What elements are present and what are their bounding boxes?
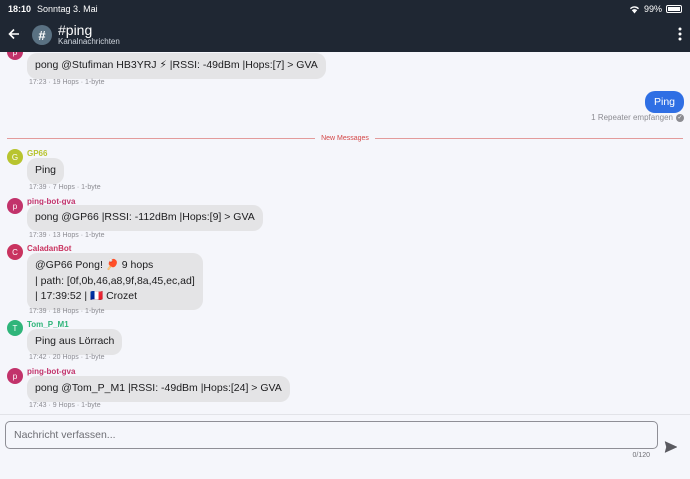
message-meta: 17:39 · 7 Hops · 1-byte xyxy=(29,184,101,191)
check-icon: ✓ xyxy=(676,113,684,122)
status-bar: 18:10 Sonntag 3. Mai 99% xyxy=(0,0,690,18)
new-messages-divider: New Messages xyxy=(7,133,684,143)
message-bubble[interactable]: pong @Tom_P_M1 |RSSI: -49dBm |Hops:[24] … xyxy=(27,376,290,402)
more-menu-icon[interactable] xyxy=(678,27,682,44)
repeater-status-text: 1 Repeater empfangen xyxy=(591,113,673,122)
sender-avatar: G xyxy=(7,149,23,165)
sender-name[interactable]: Tom_P_M1 xyxy=(27,320,69,329)
composer-bar: 0/120 xyxy=(0,414,690,479)
back-arrow-icon[interactable] xyxy=(8,27,28,44)
message-meta: 17:23 · 19 Hops · 1-byte xyxy=(29,79,105,86)
message-list[interactable]: p pong @Stufiman HB3YRJ ⚡ |RSSI: -49dBm … xyxy=(0,52,690,414)
message-text-line: @GP66 Pong! 🏓 9 hops xyxy=(35,259,154,271)
send-icon[interactable] xyxy=(664,440,678,454)
battery-icon xyxy=(666,5,682,13)
battery-percent: 99% xyxy=(643,4,662,14)
message-text: pong @Tom_P_M1 |RSSI: -49dBm |Hops:[24] … xyxy=(35,382,282,394)
message-bubble[interactable]: @GP66 Pong! 🏓 9 hops | path: [0f,0b,46,a… xyxy=(27,253,203,310)
status-time: 18:10 xyxy=(8,4,32,14)
status-date: Sonntag 3. Mai xyxy=(37,4,98,14)
channel-titles: #ping Kanalnachrichten xyxy=(58,21,120,47)
message-text: pong @Stufiman HB3YRJ ⚡ |RSSI: -49dBm |H… xyxy=(35,59,318,71)
message-text: Ping xyxy=(35,164,57,176)
message-bubble[interactable]: pong @Stufiman HB3YRJ ⚡ |RSSI: -49dBm |H… xyxy=(27,53,326,79)
message-bubble[interactable]: Ping aus Lörrach xyxy=(27,329,123,355)
sender-avatar: C xyxy=(7,244,23,260)
message-meta: 17:43 · 9 Hops · 1-byte xyxy=(29,402,101,409)
divider-label: New Messages xyxy=(321,134,369,142)
message-bubble[interactable]: Ping xyxy=(27,158,65,184)
message-meta: 17:39 · 13 Hops · 1-byte xyxy=(29,232,105,239)
message-meta: 17:39 · 18 Hops · 1-byte xyxy=(29,308,105,315)
outgoing-message-bubble[interactable]: Ping xyxy=(644,91,684,113)
message-bubble[interactable]: pong @GP66 |RSSI: -112dBm |Hops:[9] > GV… xyxy=(27,205,263,231)
channel-title: #ping xyxy=(58,21,93,38)
sender-avatar: p xyxy=(7,52,23,60)
sender-name[interactable]: ping-bot-gva xyxy=(27,367,75,376)
sender-name[interactable]: GP66 xyxy=(27,149,47,158)
status-right: 99% xyxy=(629,4,682,14)
message-text: Ping aus Lörrach xyxy=(35,335,115,347)
message-text-line: | 17:39:52 | 🇫🇷 Crozet xyxy=(35,290,137,302)
char-counter: 0/120 xyxy=(632,452,650,459)
message-text-line: | path: [0f,0b,46,a8,9f,8a,45,ec,ad] xyxy=(35,274,195,287)
channel-subtitle: Kanalnachrichten xyxy=(58,37,120,47)
wifi-icon xyxy=(629,5,639,14)
channel-header: # #ping Kanalnachrichten xyxy=(0,18,690,52)
message-meta: 17:42 · 20 Hops · 1-byte xyxy=(29,354,105,361)
divider-line xyxy=(374,137,684,139)
sender-avatar: p xyxy=(7,198,23,214)
sender-avatar: T xyxy=(7,320,23,336)
channel-avatar: # xyxy=(32,25,52,45)
sender-name[interactable]: CaladanBot xyxy=(27,244,71,253)
outgoing-status: 1 Repeater empfangen ✓ xyxy=(591,113,684,122)
message-text: pong @GP66 |RSSI: -112dBm |Hops:[9] > GV… xyxy=(35,211,255,223)
message-input[interactable] xyxy=(5,421,658,449)
sender-avatar: p xyxy=(7,368,23,384)
divider-line xyxy=(7,137,316,139)
